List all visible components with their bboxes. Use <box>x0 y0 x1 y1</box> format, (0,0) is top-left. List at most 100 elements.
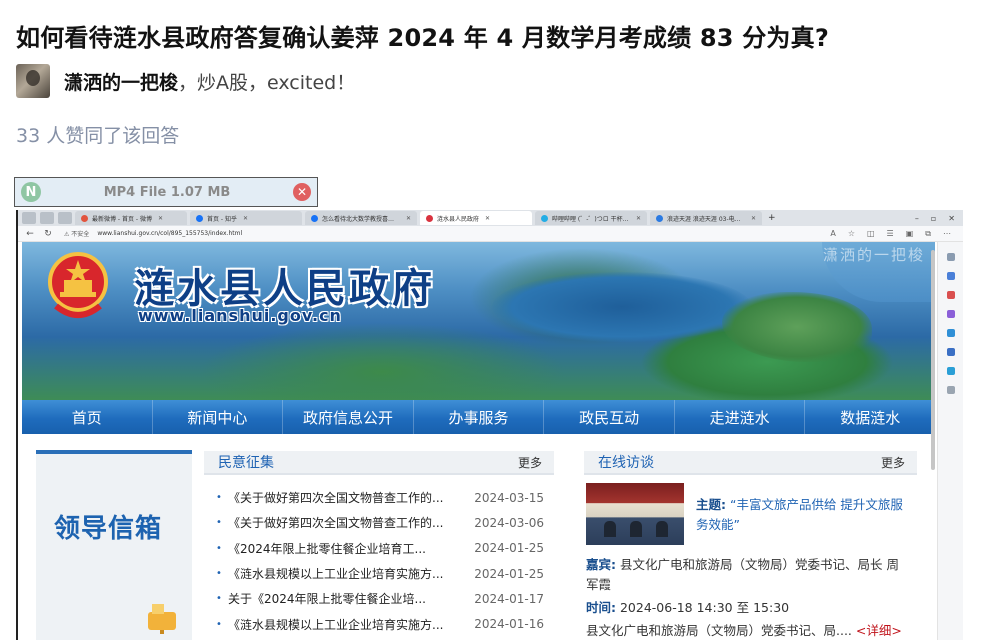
tab-label: 涟水县人民政府 <box>437 215 480 223</box>
opinion-list: • 《关于做好第四次全国文物普查工作的... 2024-03-15 • 《关于做好第四次… <box>204 485 554 637</box>
reload-icon[interactable]: ↻ <box>42 229 54 239</box>
browser-sidebar <box>937 242 963 640</box>
bullet-icon: • <box>216 593 222 605</box>
favorite-icon[interactable]: ☆ <box>848 229 855 239</box>
browser-tab[interactable]: 怎么看待北大数学教授喜新厌旧 ✕ <box>305 211 417 225</box>
opinion-panel: 民意征集 更多 • 《关于做好第四次全国文物普查工作的... 2024-03-15 •… <box>204 451 554 640</box>
minimize-icon[interactable]: – <box>915 214 919 223</box>
bullet-icon: • <box>216 517 222 529</box>
extensions-icon[interactable]: ⧉ <box>925 229 931 239</box>
tab-label: 首页 - 知乎 <box>207 215 237 223</box>
person-figure <box>630 521 642 537</box>
workspaces-icon[interactable] <box>40 212 54 224</box>
office-icon[interactable] <box>946 348 955 356</box>
browser-tab[interactable]: 涟水县人民政府 ✕ <box>420 211 532 225</box>
new-tab-icon[interactable]: + <box>768 213 776 223</box>
opinion-list-item[interactable]: • 《涟水县规模以上工业企业培育实施方... 2024-01-16 <box>204 611 554 636</box>
tab-close-icon[interactable]: ✕ <box>636 215 641 222</box>
vote-count: 33 人赞同了该回答 <box>16 125 180 147</box>
tab-label: 哔哩哔哩 (゜-゜)つロ 干杯~-bili <box>552 215 630 223</box>
settings-more-icon[interactable]: ⋯ <box>943 229 951 239</box>
nav-item[interactable]: 新闻中心 <box>153 400 284 434</box>
browser-tab[interactable]: 首页 - 知乎 ✕ <box>190 211 302 225</box>
nav-item[interactable]: 办事服务 <box>414 400 545 434</box>
interview-panel: 在线访谈 更多 主题: “丰富文旅产品供给 提升文旅服务效能” 嘉宾: 县文化广… <box>584 451 917 640</box>
opinion-more-link[interactable]: 更多 <box>518 454 542 471</box>
bullet-icon: • <box>216 492 222 504</box>
mailbox-icon <box>148 604 176 634</box>
banner-island <box>722 292 872 362</box>
tab-close-icon[interactable]: ✕ <box>243 215 248 222</box>
time-label: 时间: <box>586 600 616 615</box>
interview-guest: 嘉宾: 县文化广电和旅游局（文物局）党委书记、局长 周军霞 <box>586 555 911 595</box>
read-aloud-icon[interactable]: A <box>830 229 835 239</box>
opinion-list-item[interactable]: • 《2024年限上批零住餐企业培育工... 2024-01-25 <box>204 536 554 561</box>
opinion-item-date: 2024-01-17 <box>474 591 544 606</box>
nav-item[interactable]: 走进涟水 <box>675 400 806 434</box>
tab-close-icon[interactable]: ✕ <box>485 215 490 222</box>
bullet-icon: • <box>216 542 222 554</box>
interview-panel-header: 在线访谈 更多 <box>584 451 917 475</box>
guest-text: 县文化广电和旅游局（文物局）党委书记、局长 周军霞 <box>586 557 899 592</box>
tab-close-icon[interactable]: ✕ <box>158 215 163 222</box>
close-icon[interactable]: ✕ <box>293 183 311 201</box>
tools-icon[interactable] <box>946 310 955 318</box>
add-sidebar-icon[interactable] <box>946 386 955 394</box>
national-emblem-icon <box>48 252 108 318</box>
opinion-list-item[interactable]: • 《关于做好第四次全国文物普查工作的... 2024-03-15 <box>204 485 554 510</box>
close-window-icon[interactable]: ✕ <box>948 214 955 223</box>
security-indicator[interactable]: ⚠ 不安全 <box>64 229 89 238</box>
topic-label: 主题: <box>696 497 726 512</box>
nav-item[interactable]: 首页 <box>22 400 153 434</box>
tab-label: 最新微博 - 首页 - 微博 <box>92 215 152 223</box>
tab-close-icon[interactable]: ✕ <box>751 215 756 222</box>
tab-favicon-icon <box>426 214 433 222</box>
leader-mailbox[interactable]: 领导信箱 <box>36 450 192 640</box>
page-scrollbar[interactable] <box>931 250 935 470</box>
address-bar: ← ↻ ⚠ 不安全 www.lianshui.gov.cn/col/895_15… <box>18 226 963 242</box>
outlook-icon[interactable] <box>946 367 955 375</box>
nav-item[interactable]: 政民互动 <box>544 400 675 434</box>
back-arrow-icon[interactable]: ← <box>24 229 36 239</box>
opinion-list-item[interactable]: • 《涟水县规模以上工业企业培育实施方... 2024-01-25 <box>204 561 554 586</box>
author-name[interactable]: 潇洒的一把梭 <box>64 68 178 95</box>
file-type-icon: N <box>21 182 41 202</box>
maximize-icon[interactable]: ▫ <box>931 214 936 223</box>
shopping-icon[interactable] <box>946 291 955 299</box>
split-screen-icon[interactable]: ◫ <box>867 229 875 239</box>
tab-actions-icon[interactable] <box>58 212 72 224</box>
nav-item[interactable]: 数据涟水 <box>805 400 935 434</box>
games-icon[interactable] <box>946 329 955 337</box>
interview-more-link[interactable]: 更多 <box>881 454 905 471</box>
site-nav: 首页 新闻中心 政府信息公开 办事服务 政民互动 走进涟水 数据涟水 <box>22 400 935 434</box>
favorites-list-icon[interactable]: ☰ <box>887 229 894 239</box>
opinion-list-item[interactable]: • 关于《2024年限上批零住餐企业培... 2024-01-17 <box>204 586 554 611</box>
topic-text: “丰富文旅产品供给 提升文旅服务效能” <box>696 497 903 532</box>
interview-photo[interactable] <box>586 483 684 545</box>
attachment-label: MP4 File 1.07 MB <box>103 184 231 200</box>
detail-link[interactable]: <详细> <box>856 623 902 638</box>
tab-close-icon[interactable]: ✕ <box>406 215 411 222</box>
opinion-item-date: 2024-01-16 <box>474 617 544 632</box>
discover-icon[interactable] <box>946 272 955 280</box>
interview-content: 主题: “丰富文旅产品供给 提升文旅服务效能” 嘉宾: 县文化广电和旅游局（文物… <box>584 475 917 638</box>
bullet-icon: • <box>216 618 222 630</box>
author-avatar[interactable] <box>16 64 50 98</box>
toolbar-icons: A ☆ ◫ ☰ ▣ ⧉ ⋯ <box>830 229 963 239</box>
question-title[interactable]: 如何看待涟水县政府答复确认姜萍 2024 年 4 月数学月考成绩 83 分为真? <box>16 18 829 53</box>
opinion-item-date: 2024-03-15 <box>474 490 544 505</box>
profile-icon[interactable] <box>22 212 36 224</box>
opinion-list-item[interactable]: • 《关于做好第四次全国文物普查工作的... 2024-03-06 <box>204 510 554 535</box>
collections-icon[interactable]: ▣ <box>906 229 914 239</box>
browser-tab[interactable]: 浪迹天涯 浪迹天涯 03-电视剧-高清 ✕ <box>650 211 762 225</box>
browser-tab[interactable]: 最新微博 - 首页 - 微博 ✕ <box>75 211 187 225</box>
browser-tab[interactable]: 哔哩哔哩 (゜-゜)つロ 干杯~-bili ✕ <box>535 211 647 225</box>
video-attachment[interactable]: N MP4 File 1.07 MB ✕ <box>14 177 318 207</box>
nav-item[interactable]: 政府信息公开 <box>283 400 414 434</box>
interview-topic[interactable]: 主题: “丰富文旅产品供给 提升文旅服务效能” <box>696 495 911 535</box>
security-label: 不安全 <box>71 231 90 238</box>
window-controls: – ▫ ✕ <box>915 214 963 223</box>
search-icon[interactable] <box>946 253 955 261</box>
url-field[interactable]: www.lianshui.gov.cn/col/895_155753/index… <box>97 230 242 237</box>
gov-website: 潇洒的一把梭 涟水县人民政府 www.lianshui.gov.cn 首页 新闻中… <box>18 242 937 640</box>
